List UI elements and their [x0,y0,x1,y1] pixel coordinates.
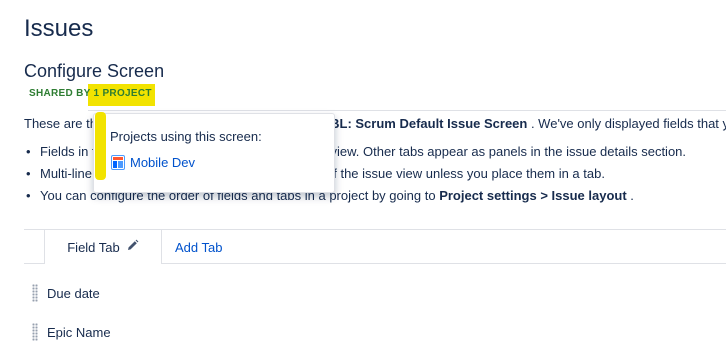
drag-handle-icon[interactable] [32,284,38,302]
shared-project-count[interactable]: 1 PROJECT [94,88,152,99]
tab-label: Field Tab [67,239,120,255]
field-row-due-date[interactable]: Due date [32,282,100,304]
add-tab-button[interactable]: Add Tab [175,240,222,255]
tab-field-tab[interactable]: Field Tab [44,230,162,264]
project-avatar-icon [111,155,125,170]
highlight-marker-vertical [95,112,106,180]
page-title: Issues [24,15,94,42]
shared-by-prefix: SHARED BY [29,88,91,99]
screen-name: OBL: Scrum Default Issue Screen [320,116,528,131]
screen-title: Configure Screen [24,61,165,81]
field-label: Epic Name [47,324,111,340]
popover-title: Projects using this screen: [110,129,262,144]
projects-popover: Projects using this screen: Mobile Dev [93,113,335,193]
project-settings-link: Project settings [439,188,537,203]
shared-by-badge[interactable]: SHARED BY 1 PROJECT [29,88,152,99]
description-lead: These are th [24,116,97,131]
project-name[interactable]: Mobile Dev [130,155,195,170]
pencil-icon[interactable] [126,239,139,255]
description-tail: . We've only displayed fields that y [527,116,726,131]
field-row-epic-name[interactable]: Epic Name [32,321,111,343]
drag-handle-icon[interactable] [32,323,38,341]
project-link-mobile-dev[interactable]: Mobile Dev [111,155,195,170]
field-label: Due date [47,285,100,301]
issue-layout-link: Issue layout [551,188,627,203]
divider [88,110,726,111]
